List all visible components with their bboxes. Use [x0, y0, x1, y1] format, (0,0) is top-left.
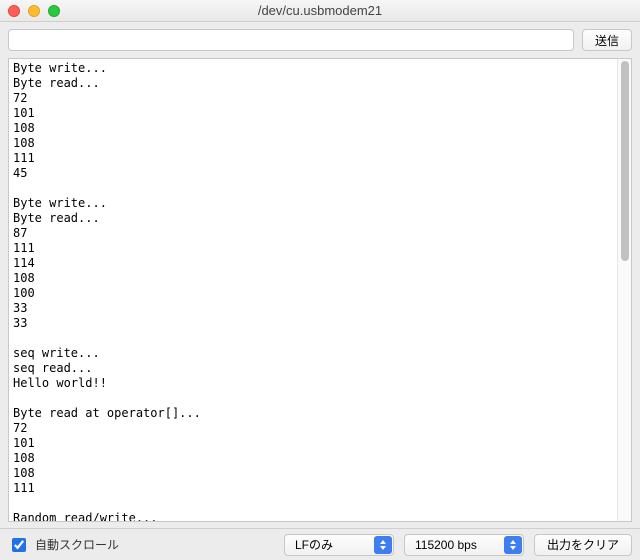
zoom-icon[interactable]: [48, 5, 60, 17]
serial-output: Byte write... Byte read... 72 101 108 10…: [9, 59, 617, 521]
close-icon[interactable]: [8, 5, 20, 17]
output-panel: Byte write... Byte read... 72 101 108 10…: [8, 58, 632, 522]
baud-value: 115200 bps: [415, 538, 477, 552]
chevron-updown-icon: [504, 536, 522, 554]
autoscroll-checkbox[interactable]: 自動スクロール: [8, 535, 274, 555]
autoscroll-label: 自動スクロール: [35, 536, 119, 553]
footer-bar: 自動スクロール LFのみ 115200 bps 出力をクリア: [0, 528, 640, 560]
send-toolbar: 送信: [0, 22, 640, 58]
serial-input[interactable]: [8, 29, 574, 51]
line-ending-select[interactable]: LFのみ: [284, 534, 394, 556]
scrollbar-thumb[interactable]: [621, 61, 629, 261]
chevron-updown-icon: [374, 536, 392, 554]
autoscroll-input[interactable]: [12, 538, 26, 552]
title-bar: /dev/cu.usbmodem21: [0, 0, 640, 22]
send-button[interactable]: 送信: [582, 29, 632, 51]
line-ending-value: LFのみ: [295, 536, 333, 553]
baud-select[interactable]: 115200 bps: [404, 534, 524, 556]
scrollbar[interactable]: [617, 59, 631, 521]
clear-output-button[interactable]: 出力をクリア: [534, 534, 632, 556]
window-title: /dev/cu.usbmodem21: [258, 3, 382, 18]
minimize-icon[interactable]: [28, 5, 40, 17]
window-controls: [8, 5, 60, 17]
